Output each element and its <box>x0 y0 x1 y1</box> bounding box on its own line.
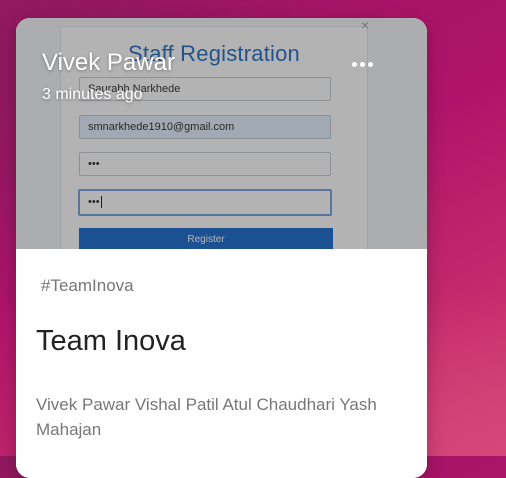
post-image: × Staff Registration Saurabh Narkhede sm… <box>16 18 427 249</box>
more-horizontal-icon-dot <box>367 61 373 67</box>
more-horizontal-icon <box>351 61 357 67</box>
post-content: #TeamInova Team Inova Vivek Pawar Vishal… <box>16 249 427 478</box>
post-timestamp: 3 minutes ago <box>42 86 143 103</box>
more-horizontal-icon-dot <box>359 61 365 67</box>
post-hashtag[interactable]: #TeamInova <box>41 276 134 296</box>
post-card[interactable]: × Staff Registration Saurabh Narkhede sm… <box>16 18 427 478</box>
post-body: Vivek Pawar Vishal Patil Atul Chaudhari … <box>36 395 377 439</box>
more-options-button[interactable] <box>348 52 376 76</box>
author-name[interactable]: Vivek Pawar <box>42 49 175 77</box>
post-title: Team Inova <box>36 325 186 357</box>
